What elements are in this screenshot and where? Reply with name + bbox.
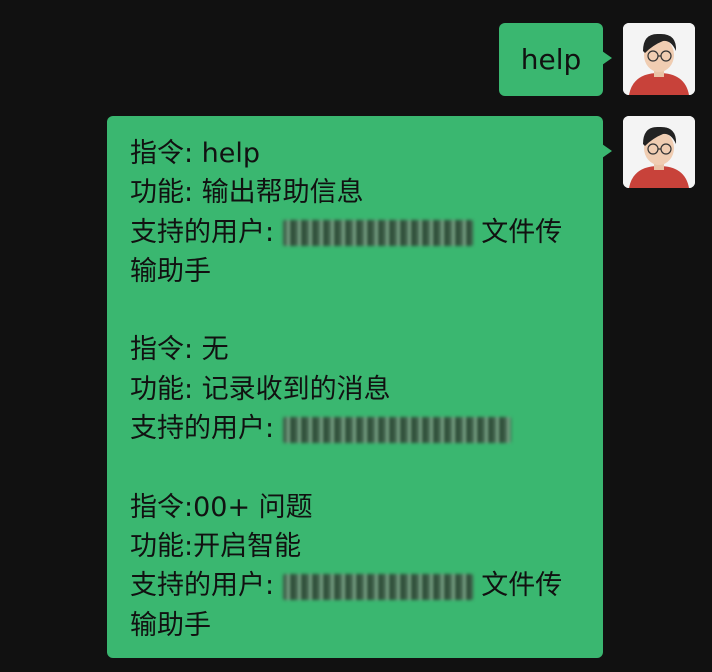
supported-users-line: 支持的用户: 文件传 [130, 213, 583, 252]
user-avatar-icon[interactable] [623, 23, 695, 95]
supported-users-suffix: 文件传 [481, 216, 563, 248]
command-line: 指令: 无 [130, 334, 229, 366]
supported-users-suffix: 文件传 [481, 570, 563, 602]
function-line: 功能: 记录收到的消息 [130, 373, 391, 405]
supported-users-line: 支持的用户: [130, 409, 583, 448]
command-line: 指令:00+ 问题 [130, 491, 313, 523]
supported-users-line: 支持的用户: 文件传 [130, 566, 583, 605]
user-message-text: help [520, 43, 582, 76]
supported-users-label: 支持的用户: [130, 570, 275, 602]
supported-users-label: 支持的用户: [130, 413, 275, 445]
supported-users-label: 支持的用户: [130, 216, 275, 248]
function-line: 功能: 输出帮助信息 [130, 177, 364, 209]
user-avatar-icon[interactable] [623, 116, 695, 188]
user-message-bubble[interactable]: help [499, 23, 612, 96]
redacted-username [282, 573, 473, 600]
redacted-username [282, 220, 473, 247]
supported-users-suffix-line: 输助手 [130, 609, 211, 641]
supported-users-suffix-line: 输助手 [130, 255, 211, 287]
function-line: 功能:开启智能 [130, 530, 302, 562]
command-line: 指令: help [130, 138, 261, 169]
redacted-username [282, 416, 511, 443]
help-reply-bubble[interactable]: 指令: help 功能: 输出帮助信息 支持的用户: 文件传 输助手 指令: 无… [107, 116, 612, 658]
